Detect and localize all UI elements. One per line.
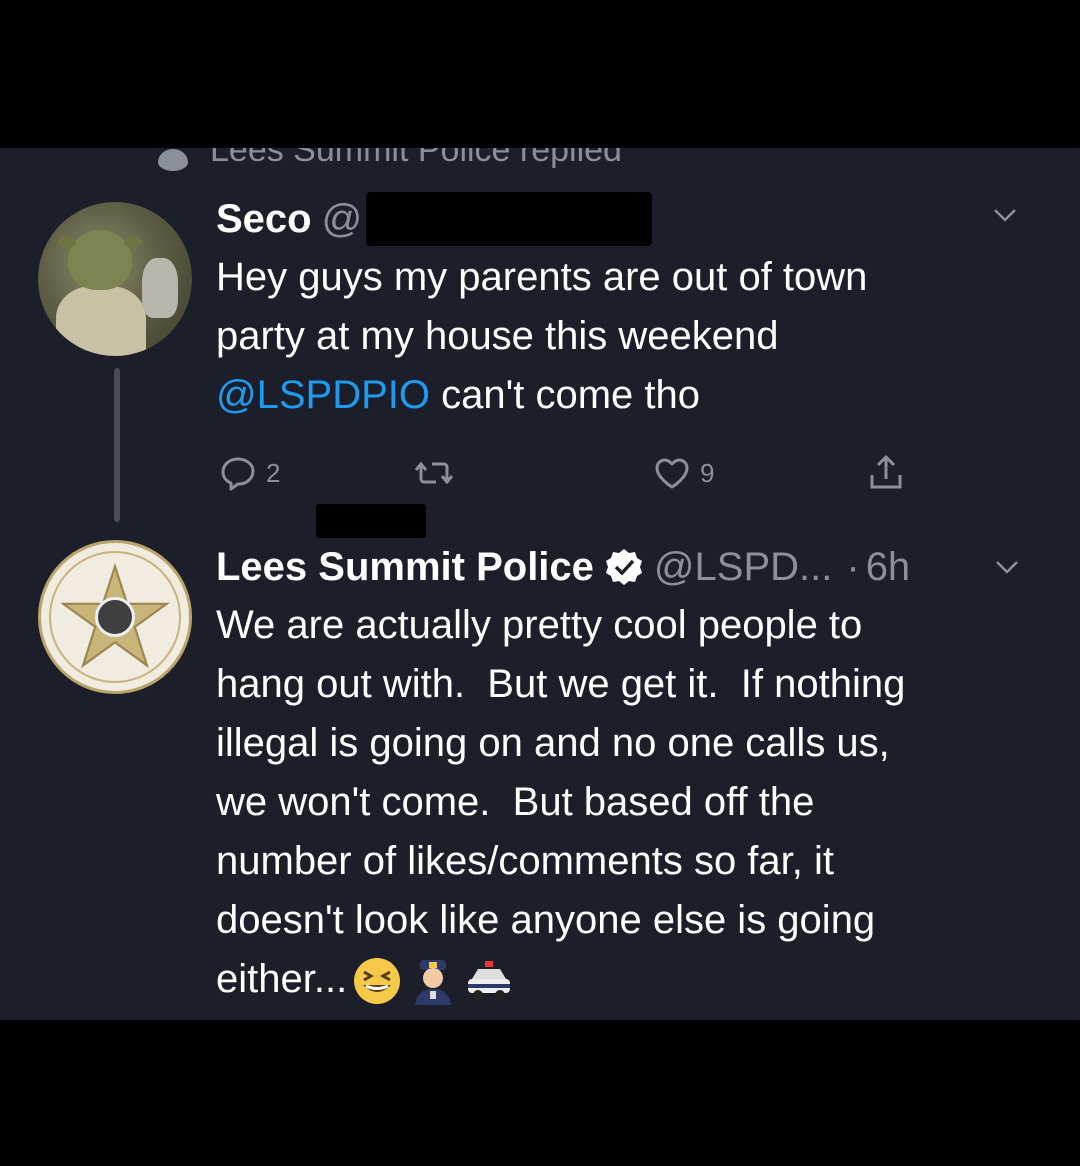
chevron-down-icon[interactable] — [994, 554, 1020, 580]
thread-connector-line — [114, 368, 120, 522]
display-name[interactable]: Seco — [216, 197, 312, 242]
chevron-down-icon[interactable] — [992, 202, 1018, 228]
replied-text: Lees Summit Police replied — [210, 148, 622, 169]
speech-bubble-icon — [158, 149, 188, 171]
tweet-reply[interactable]: Lees Summit Police @LSPD... · 6h We are … — [216, 538, 1020, 1009]
retweet-button[interactable] — [412, 451, 456, 495]
reply-button[interactable]: 2 — [216, 451, 280, 495]
retweet-icon — [414, 461, 454, 485]
replied-header: Lees Summit Police replied — [158, 148, 622, 171]
user-handle[interactable]: @LSPD... — [654, 545, 832, 590]
redaction-bar — [366, 192, 653, 246]
avatar[interactable] — [38, 540, 192, 694]
avatar[interactable] — [38, 202, 192, 356]
reply-icon — [221, 457, 255, 491]
tweet-thread: Lees Summit Police replied Seco @ Hey gu… — [0, 148, 1080, 1020]
tweet-text: We are actually pretty cool people to ha… — [216, 596, 1020, 1009]
user-handle[interactable]: @ — [322, 197, 363, 242]
share-icon — [870, 454, 902, 489]
verified-badge-icon — [605, 549, 642, 585]
share-button[interactable] — [864, 451, 908, 495]
redaction-bar — [316, 504, 426, 538]
timestamp[interactable]: 6h — [866, 545, 911, 590]
tweet-actions: 2 9 — [216, 451, 936, 501]
mention-link[interactable]: @LSPDPIO — [216, 373, 430, 417]
police-car-icon — [468, 961, 511, 1001]
reply-count: 2 — [266, 457, 281, 488]
tweet-original[interactable]: Seco @ Hey guys my parents are out of to… — [216, 190, 1020, 425]
tweet-text: Hey guys my parents are out of town part… — [216, 255, 868, 417]
display-name[interactable]: Lees Summit Police — [216, 545, 594, 590]
like-button[interactable]: 9 — [650, 451, 714, 495]
grinning-squinting-face-icon — [354, 958, 401, 1005]
like-count: 9 — [700, 457, 715, 488]
police-officer-icon — [415, 960, 452, 1006]
heart-icon — [655, 458, 689, 489]
